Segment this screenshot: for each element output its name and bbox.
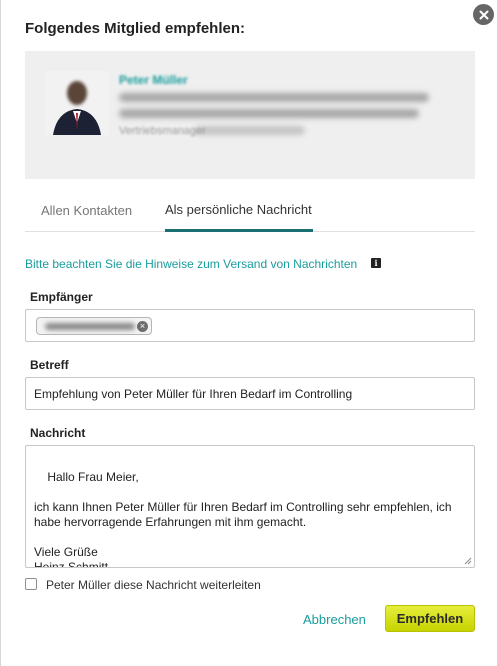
cancel-button[interactable]: Abbrechen [303,612,366,627]
close-button[interactable] [473,4,494,25]
message-text: Hallo Frau Meier, ich kann Ihnen Peter M… [34,470,452,568]
message-guidelines-link[interactable]: Bitte beachten Sie die Hinweise zum Vers… [25,257,357,271]
subject-input[interactable] [25,377,475,410]
close-icon [479,10,488,19]
recipient-field[interactable]: × [25,309,475,342]
info-icon[interactable]: i [371,258,381,268]
forward-checkbox[interactable] [25,578,37,590]
recipient-chip: × [36,317,152,335]
message-label: Nachricht [30,426,86,440]
recipient-label: Empfänger [30,290,93,304]
recipient-name-blurred [45,323,135,330]
recommend-button[interactable]: Empfehlen [385,605,475,632]
member-profile-card: Peter Müller Vertriebsmanager [25,51,475,179]
tab-all-contacts[interactable]: Allen Kontakten [41,190,132,232]
profile-name: Peter Müller [119,73,188,87]
avatar [45,71,109,135]
message-textarea[interactable]: Hallo Frau Meier, ich kann Ihnen Peter M… [25,445,475,568]
recommend-dialog: Folgendes Mitglied empfehlen: Peter Müll… [0,0,498,666]
profile-position: Vertriebsmanager [119,125,206,137]
profile-detail-blurred [195,126,305,135]
forward-checkbox-label[interactable]: Peter Müller diese Nachricht weiterleite… [46,578,261,592]
tab-bar: Allen Kontakten Als persönliche Nachrich… [25,190,475,232]
profile-detail-blurred [119,93,429,102]
tab-personal-message[interactable]: Als persönliche Nachricht [165,190,313,232]
subject-label: Betreff [30,358,69,372]
dialog-title: Folgendes Mitglied empfehlen: [25,20,246,37]
remove-recipient-icon[interactable]: × [137,321,148,332]
profile-detail-blurred [119,109,419,118]
resize-grip-icon[interactable] [464,557,472,565]
